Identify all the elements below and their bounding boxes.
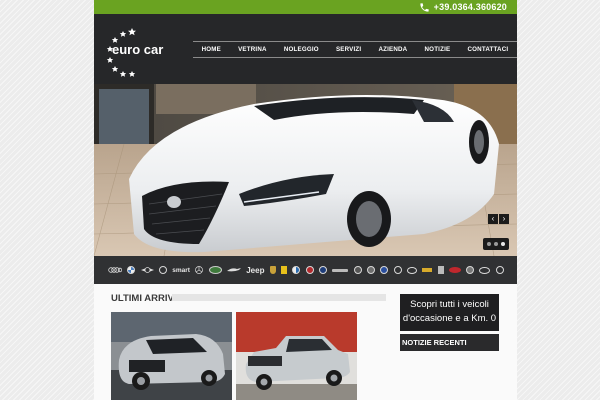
slider-dot[interactable]	[487, 242, 491, 246]
section-title: ULTIMI ARRIVI	[111, 293, 177, 304]
nav-item-noleggio[interactable]: NOLEGGIO	[284, 46, 319, 53]
nav-item-azienda[interactable]: AZIENDA	[378, 46, 407, 53]
phone-contact[interactable]: +39.0364.360620	[419, 0, 507, 14]
peugeot-logo-icon[interactable]	[437, 266, 444, 274]
opel-logo-icon[interactable]	[366, 266, 375, 274]
lexus-logo-icon[interactable]	[393, 266, 402, 274]
logo[interactable]: euro car	[102, 22, 182, 78]
mercedes-logo-icon[interactable]	[195, 266, 204, 274]
hyundai-logo-icon[interactable]	[479, 266, 491, 274]
brands-row: smart Jeep	[108, 263, 504, 277]
vehicle-card[interactable]	[111, 312, 232, 400]
slider-dot-active[interactable]	[501, 242, 505, 246]
logo-text: euro car	[112, 42, 164, 57]
alfa-romeo-logo-icon[interactable]	[292, 266, 301, 274]
slider-dot[interactable]	[494, 242, 498, 246]
ferrari-logo-icon[interactable]	[281, 266, 288, 274]
hero-slide-image	[94, 84, 517, 256]
vehicle-card[interactable]	[236, 312, 357, 400]
phone-icon	[420, 2, 429, 12]
chevron-left-icon[interactable]: ‹	[488, 214, 498, 224]
nissan-logo-icon[interactable]	[495, 266, 504, 274]
brands-strip: smart Jeep	[94, 256, 517, 284]
maserati-logo-icon[interactable]	[353, 266, 362, 274]
toyota-logo-icon[interactable]	[406, 266, 417, 274]
top-bar: +39.0364.360620	[94, 0, 517, 14]
smart-logo-icon[interactable]: smart	[172, 267, 190, 274]
porsche-logo-icon[interactable]	[269, 266, 276, 274]
land-rover-logo-icon[interactable]	[208, 266, 222, 274]
ford-logo-icon[interactable]	[380, 266, 389, 274]
nav-item-vetrina[interactable]: VETRINA	[238, 46, 267, 53]
nav-item-home[interactable]: HOME	[202, 46, 221, 53]
hero-slider[interactable]: ‹ ›	[94, 84, 517, 256]
content-area: ULTIMI ARRIVI Scopri tutti i veicoli d'o…	[94, 284, 517, 400]
main-nav: HOME VETRINA NOLEGGIO SERVIZI AZIENDA NO…	[193, 41, 517, 58]
nav-item-servizi[interactable]: SERVIZI	[336, 46, 361, 53]
lancia-logo-icon[interactable]	[319, 266, 328, 274]
section-divider	[172, 294, 386, 301]
jaguar-logo-icon[interactable]	[226, 267, 241, 273]
vehicle-photo	[236, 312, 357, 400]
mini-logo-icon[interactable]	[140, 267, 154, 273]
chevron-right-icon[interactable]: ›	[499, 214, 509, 224]
fiat-logo-icon[interactable]	[305, 266, 314, 274]
site-container: +39.0364.360620 euro car HOME VETRINA NO…	[94, 0, 517, 400]
jeep-logo-icon[interactable]: Jeep	[246, 266, 264, 275]
vehicle-photo	[111, 312, 232, 400]
kia-logo-icon[interactable]	[448, 267, 461, 273]
abarth-logo-icon[interactable]	[332, 268, 349, 272]
citroen-logo-icon[interactable]	[158, 266, 167, 274]
chevrolet-logo-icon[interactable]	[422, 268, 433, 272]
slider-arrows: ‹ ›	[488, 214, 509, 224]
bmw-logo-icon[interactable]	[127, 266, 136, 274]
nav-item-notizie[interactable]: NOTIZIE	[425, 46, 451, 53]
volvo-logo-icon[interactable]	[466, 266, 475, 274]
nav-item-contattaci[interactable]: CONTATTACI	[467, 46, 508, 53]
recent-news-heading: NOTIZIE RECENTI	[400, 334, 499, 351]
phone-number: +39.0364.360620	[433, 2, 507, 12]
audi-logo-icon[interactable]	[108, 267, 122, 273]
used-vehicles-cta[interactable]: Scopri tutti i veicoli d'occasione e a K…	[400, 294, 499, 331]
slider-dots	[483, 238, 509, 250]
header: euro car HOME VETRINA NOLEGGIO SERVIZI A…	[94, 14, 517, 84]
